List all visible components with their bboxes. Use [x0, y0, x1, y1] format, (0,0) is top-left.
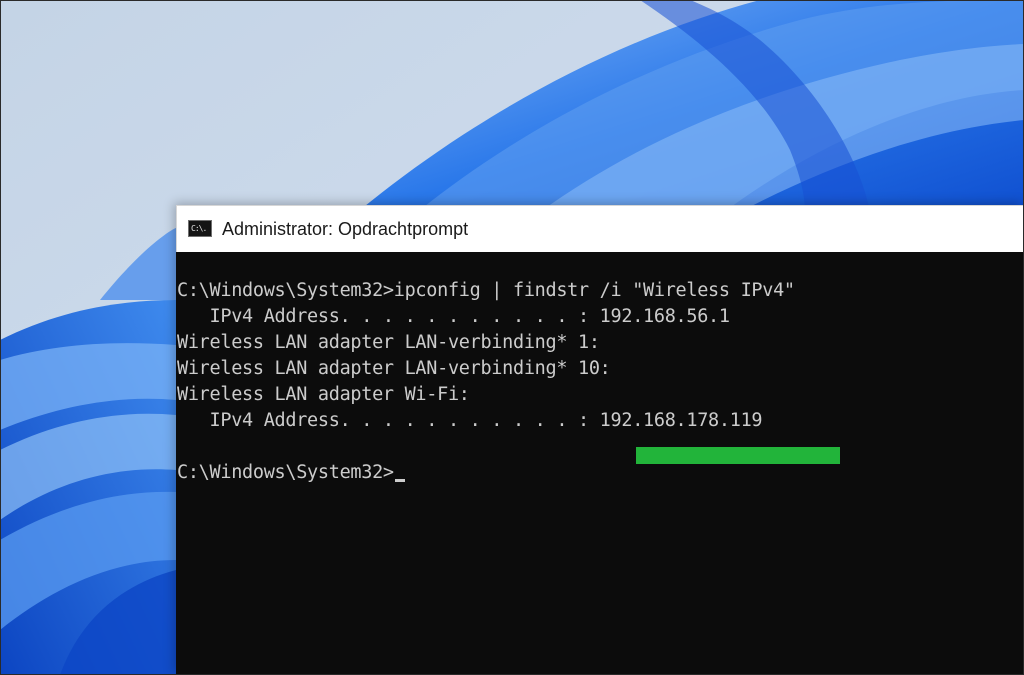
- window-title: Administrator: Opdrachtprompt: [222, 219, 469, 239]
- console-line: Wireless LAN adapter LAN-verbinding* 1:: [177, 332, 600, 353]
- console-line: C:\Windows\System32>ipconfig | findstr /…: [177, 280, 795, 301]
- console-prompt: C:\Windows\System32>: [177, 462, 394, 483]
- console-output[interactable]: C:\Windows\System32>ipconfig | findstr /…: [176, 252, 1024, 675]
- command-prompt-icon-glyph: C:\.: [191, 224, 207, 233]
- console-line: Wireless LAN adapter Wi-Fi:: [177, 384, 470, 405]
- console-line: IPv4 Address. . . . . . . . . . . : 192.…: [177, 306, 731, 327]
- ip-address-highlight-bar: [636, 447, 840, 464]
- text-cursor-icon: [394, 479, 405, 482]
- console-line: IPv4 Address. . . . . . . . . . . : 192.…: [177, 410, 763, 431]
- command-prompt-window[interactable]: C:\. Administrator: Opdrachtprompt C:\Wi…: [176, 205, 1024, 675]
- screenshot-stage: C:\. Administrator: Opdrachtprompt C:\Wi…: [0, 0, 1024, 675]
- console-line: Wireless LAN adapter LAN-verbinding* 10:: [177, 358, 611, 379]
- window-titlebar[interactable]: C:\. Administrator: Opdrachtprompt: [176, 205, 1024, 252]
- command-prompt-icon: C:\.: [188, 220, 212, 237]
- console-prompt-line[interactable]: C:\Windows\System32>: [177, 461, 405, 485]
